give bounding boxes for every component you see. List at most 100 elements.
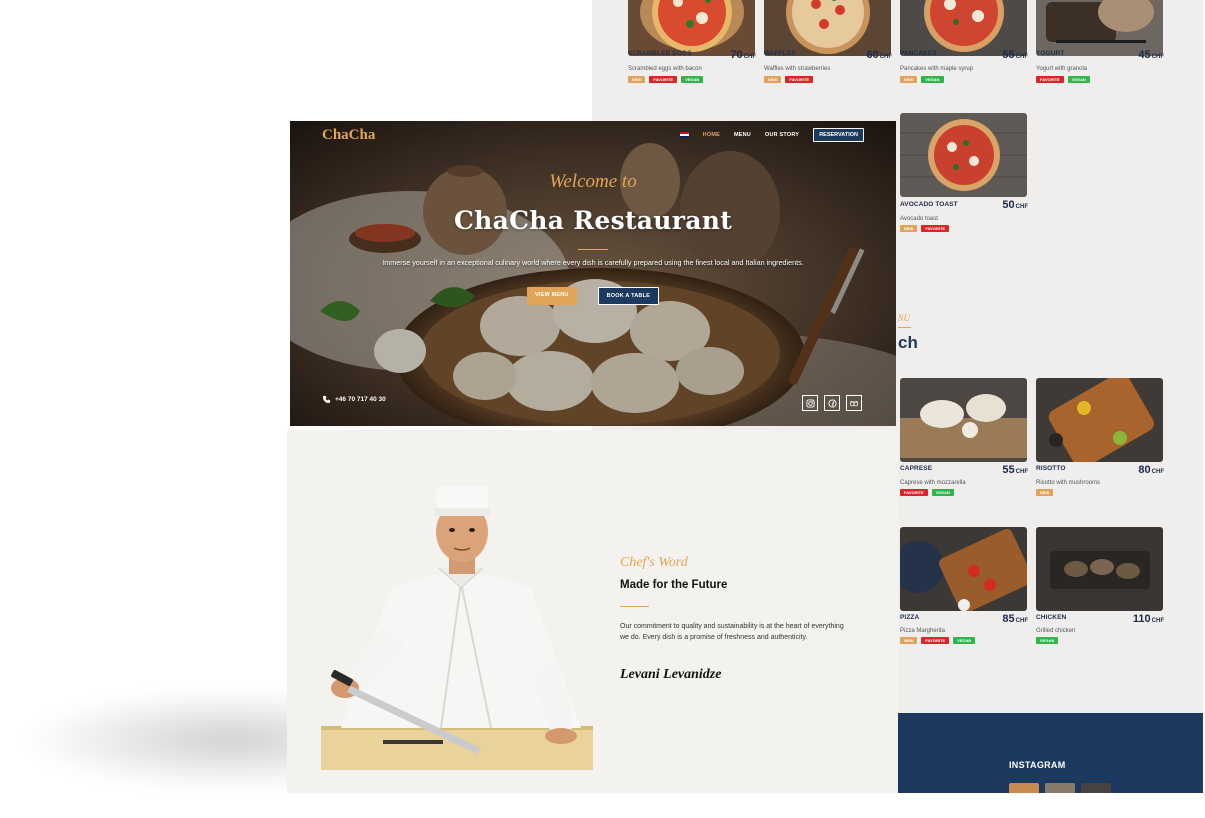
- dish-description: Yogurt with granola: [1036, 66, 1088, 72]
- phone-number: +46 70 717 40 30: [335, 396, 386, 403]
- main-navigation: HOME MENU OUR STORY RESERVATION: [679, 128, 864, 142]
- menu-item-card[interactable]: WAFFLES 60CHF Waffles with strawberries …: [764, 0, 892, 92]
- dish-photo: [900, 0, 1027, 56]
- dish-photo: [1036, 0, 1163, 56]
- tag-vegan: VEGAN: [931, 489, 954, 496]
- chef-photo: [321, 486, 593, 770]
- menu-item-card[interactable]: PIZZA 85CHF Pizza Margherita NEW FAVORIT…: [900, 527, 1028, 647]
- dish-description: Risotto with mushrooms: [1036, 480, 1101, 486]
- nav-menu[interactable]: MENU: [734, 132, 751, 138]
- menu-section-underline: [898, 327, 911, 328]
- menu-section-heading: ch: [898, 333, 918, 352]
- dish-tags: NEW VEGAN: [900, 76, 944, 83]
- dish-price: 55CHF: [1002, 464, 1028, 476]
- dish-description: Caprese with mozzarella: [900, 480, 966, 486]
- dish-price: 110CHF: [1132, 613, 1164, 625]
- tag-vegan: VEGAN: [953, 637, 976, 644]
- menu-item-card[interactable]: YOGURT 45CHF Yogurt with granola FAVORIT…: [1036, 0, 1164, 92]
- dish-tags: VEGAN: [1036, 637, 1059, 644]
- instagram-thumbnail[interactable]: [1045, 783, 1075, 793]
- tag-new: NEW: [1036, 489, 1054, 496]
- facebook-icon[interactable]: [824, 395, 840, 411]
- tag-new: NEW: [628, 76, 646, 83]
- dish-tags: NEW FAVORITE: [900, 225, 950, 232]
- dish-tags: NEW: [1036, 489, 1054, 496]
- chef-subtitle: Chef's Word: [620, 555, 688, 570]
- instagram-heading: INSTAGRAM: [1009, 760, 1066, 770]
- dish-tags: NEW FAVORITE: [764, 76, 814, 83]
- instagram-thumbnail[interactable]: [1009, 783, 1039, 793]
- tag-new: NEW: [900, 76, 918, 83]
- dish-name: YOGURT: [1036, 50, 1065, 57]
- tripadvisor-icon[interactable]: [846, 395, 862, 411]
- instagram-icon[interactable]: [802, 395, 818, 411]
- dish-photo: [628, 0, 755, 56]
- dish-photo: [764, 0, 891, 56]
- menu-item-card[interactable]: CAPRESE 55CHF Caprese with mozzarella FA…: [900, 378, 1028, 498]
- hero-divider: [578, 249, 608, 250]
- menu-section-subtitle: MENU: [898, 313, 910, 323]
- dish-description: Waffles with strawberries: [764, 66, 831, 72]
- dish-price: 60CHF: [866, 49, 892, 61]
- view-menu-button[interactable]: VIEW MENU: [526, 287, 577, 305]
- dish-description: Pizza Margherita: [900, 628, 946, 634]
- dish-name: AVOCADO TOAST: [900, 201, 958, 208]
- page-footer: [898, 713, 1203, 793]
- dish-name: WAFFLES: [764, 50, 796, 57]
- hero-welcome-script: Welcome to: [549, 171, 637, 192]
- hero-background-image: [290, 121, 896, 426]
- dish-description: Grilled chicken: [1036, 628, 1076, 634]
- tag-new: NEW: [900, 637, 918, 644]
- menu-item-card[interactable]: CHICKEN 110CHF Grilled chicken VEGAN: [1036, 527, 1164, 647]
- dish-photo: [1036, 378, 1163, 462]
- dish-description: Scrambled eggs with bacon: [628, 66, 702, 72]
- tag-favorite: FAVORITE: [921, 637, 950, 644]
- dish-price: 70CHF: [730, 49, 756, 61]
- tag-vegan: VEGAN: [1067, 76, 1090, 83]
- dish-name: CAPRESE: [900, 465, 933, 472]
- chef-divider: [620, 606, 649, 607]
- chef-description: Our commitment to quality and sustainabi…: [620, 623, 844, 641]
- dish-price: 80CHF: [1138, 464, 1164, 476]
- tag-favorite: FAVORITE: [649, 76, 678, 83]
- instagram-thumbnail[interactable]: [1081, 783, 1111, 793]
- showcase-stage: SCRAMBLED EGGS 70CHF Scrambled eggs with…: [0, 0, 1205, 818]
- dish-tags: NEW FAVORITE VEGAN: [628, 76, 704, 83]
- uk-flag-icon[interactable]: [679, 132, 689, 138]
- dish-name: RISOTTO: [1036, 465, 1066, 472]
- dish-description: Pancakes with maple syrup: [900, 66, 974, 72]
- dish-price: 55CHF: [1002, 49, 1028, 61]
- tag-vegan: VEGAN: [1036, 637, 1059, 644]
- nav-our-story[interactable]: OUR STORY: [765, 132, 799, 138]
- tag-favorite: FAVORITE: [785, 76, 814, 83]
- nav-home[interactable]: HOME: [703, 132, 720, 138]
- book-table-button[interactable]: BOOK A TABLE: [597, 287, 660, 305]
- brand-logo[interactable]: ChaCha: [322, 127, 375, 144]
- tag-new: NEW: [900, 225, 918, 232]
- tag-new: NEW: [764, 76, 782, 83]
- phone-icon: [322, 395, 331, 404]
- dish-photo: [900, 378, 1027, 462]
- menu-item-card[interactable]: PANCAKES 55CHF Pancakes with maple syrup…: [900, 0, 1028, 92]
- dish-price: 85CHF: [1002, 613, 1028, 625]
- dish-price: 50CHF: [1002, 199, 1028, 211]
- hero-description: Immerse yourself in an exceptional culin…: [382, 258, 804, 267]
- chef-title: Made for the Future: [620, 579, 728, 591]
- menu-item-card[interactable]: SCRAMBLED EGGS 70CHF Scrambled eggs with…: [628, 0, 756, 92]
- dish-photo: [1036, 527, 1163, 611]
- menu-item-card[interactable]: RISOTTO 80CHF Risotto with mushrooms NEW: [1036, 378, 1164, 498]
- menu-item-card[interactable]: AVOCADO TOAST 50CHF Avocado toast NEW FA…: [900, 113, 1028, 233]
- tag-favorite: FAVORITE: [1036, 76, 1064, 83]
- phone-contact[interactable]: +46 70 717 40 30: [322, 395, 386, 404]
- dish-tags: FAVORITE VEGAN: [900, 489, 954, 496]
- dish-photo: [900, 113, 1027, 197]
- dish-tags: NEW FAVORITE VEGAN: [900, 637, 976, 644]
- reservation-button[interactable]: RESERVATION: [813, 128, 864, 142]
- dish-photo: [900, 527, 1027, 611]
- tag-favorite: FAVORITE: [900, 489, 928, 496]
- dish-tags: FAVORITE VEGAN: [1036, 76, 1090, 83]
- dish-name: SCRAMBLED EGGS: [628, 50, 692, 57]
- dish-name: PIZZA: [900, 614, 920, 621]
- dish-name: CHICKEN: [1036, 614, 1067, 621]
- dish-description: Avocado toast: [900, 216, 938, 222]
